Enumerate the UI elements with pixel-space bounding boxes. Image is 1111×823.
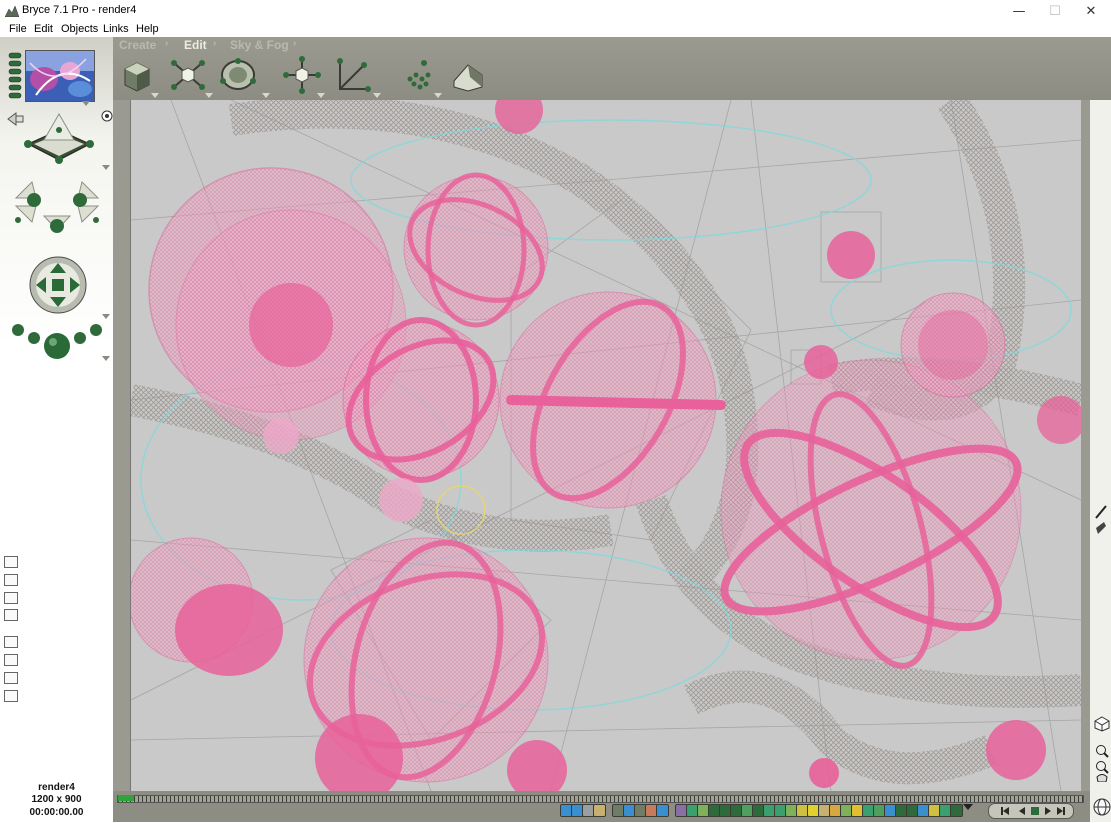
fast-forward-icon: [1057, 807, 1063, 815]
menu-file[interactable]: File: [9, 23, 27, 35]
display-shadow-button[interactable]: [4, 654, 18, 666]
tab-sky-fog[interactable]: Sky & Fog: [230, 38, 289, 52]
dropdown-arrow-icon[interactable]: [434, 93, 442, 98]
zoom-icon[interactable]: [1094, 744, 1110, 782]
nano-preview-thumbnail[interactable]: [25, 50, 95, 102]
camera-reset-icon[interactable]: [101, 110, 113, 122]
title-bar: Bryce 7.1 Pro - render4 — ☐ ✕: [0, 0, 1111, 23]
rotate-icon[interactable]: [218, 55, 258, 95]
close-button[interactable]: ✕: [1073, 0, 1109, 22]
menu-edit[interactable]: Edit: [34, 23, 53, 35]
view-solid-button[interactable]: [4, 556, 18, 568]
dropdown-arrow-icon[interactable]: [82, 101, 90, 106]
view-textured-button[interactable]: [4, 609, 18, 621]
dropdown-arrow-icon[interactable]: [317, 93, 325, 98]
dropdown-arrow-icon[interactable]: [102, 314, 110, 319]
tab-edit[interactable]: Edit: [184, 38, 207, 52]
display-depth-button[interactable]: [4, 672, 18, 684]
timeline-scrubber[interactable]: [118, 795, 134, 801]
dropdown-arrow-icon[interactable]: [262, 93, 270, 98]
tab-arrow-icon: ›: [213, 38, 217, 49]
animation-timeline[interactable]: [117, 795, 1084, 803]
viewport-frame-left: [113, 100, 130, 791]
render-resolution: 1200 x 900: [31, 794, 82, 805]
display-mode-button[interactable]: [4, 636, 18, 648]
tab-arrow-icon: ›: [293, 38, 297, 49]
tab-create[interactable]: Create: [119, 38, 156, 52]
globe-icon[interactable]: [1093, 798, 1111, 816]
rewind-icon: [1003, 807, 1009, 815]
view-bounding-button[interactable]: [4, 592, 18, 604]
window-title: Bryce 7.1 Pro - render4: [22, 4, 137, 16]
bryce-app-icon: [5, 5, 19, 17]
memory-dot-icon[interactable]: [656, 804, 669, 817]
view-control-icon[interactable]: [24, 110, 94, 170]
align-icon[interactable]: [334, 55, 374, 95]
paint-brush-icon[interactable]: [1094, 504, 1108, 540]
menu-bar: File Edit Objects Links Help: [0, 22, 1111, 37]
material-lab-icon[interactable]: [117, 55, 157, 95]
menu-links[interactable]: Links: [103, 23, 129, 35]
minimize-button[interactable]: —: [1001, 0, 1037, 22]
maximize-button[interactable]: ☐: [1037, 0, 1073, 22]
dropdown-arrow-icon[interactable]: [373, 93, 381, 98]
tab-arrow-icon: ›: [165, 38, 169, 49]
wireframe-scene[interactable]: [131, 100, 1081, 791]
view-wireframe-button[interactable]: [4, 574, 18, 586]
camera-back-icon[interactable]: [6, 112, 24, 126]
dropdown-arrow-icon[interactable]: [205, 93, 213, 98]
memory-dot-icon[interactable]: [593, 804, 606, 817]
randomize-icon[interactable]: [400, 55, 440, 95]
dropdown-arrow-icon[interactable]: [962, 802, 974, 812]
trackball-icon[interactable]: [26, 255, 90, 315]
terrain-editor-icon[interactable]: [448, 55, 488, 95]
resize-icon[interactable]: [168, 55, 208, 95]
step-back-icon: [1019, 807, 1025, 815]
timecode: 00:00:00.00: [29, 807, 84, 818]
menu-objects[interactable]: Objects: [61, 23, 98, 35]
camera-cube-icon[interactable]: [1094, 716, 1110, 732]
document-name: render4: [38, 782, 75, 793]
right-tool-strip: [1090, 100, 1111, 822]
animation-controls: [988, 803, 1074, 819]
display-cue-button[interactable]: [4, 690, 18, 702]
reposition-icon[interactable]: [282, 55, 322, 95]
stop-icon: [1031, 807, 1039, 815]
dropdown-arrow-icon[interactable]: [102, 165, 110, 170]
camera-move-icon[interactable]: [10, 322, 104, 366]
view-menu-icon[interactable]: [8, 52, 22, 102]
viewport-frame-right: [1080, 100, 1090, 791]
scene-viewport[interactable]: [130, 100, 1081, 791]
play-icon: [1045, 807, 1051, 815]
dropdown-arrow-icon[interactable]: [102, 356, 110, 361]
dropdown-arrow-icon[interactable]: [151, 93, 159, 98]
menu-help[interactable]: Help: [136, 23, 159, 35]
camera-pan-icon[interactable]: [10, 176, 104, 236]
